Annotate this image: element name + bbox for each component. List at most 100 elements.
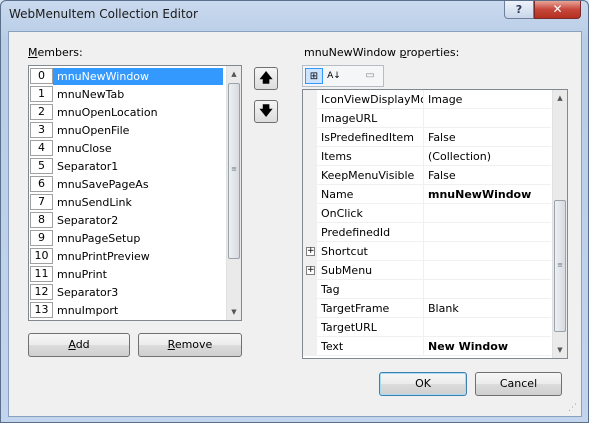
property-value[interactable] bbox=[428, 204, 550, 223]
scroll-down-arrow-icon[interactable]: ▼ bbox=[227, 304, 241, 320]
expand-plus-icon[interactable]: + bbox=[306, 247, 315, 256]
property-row[interactable]: Items (Collection) bbox=[303, 147, 551, 166]
property-row-gutter bbox=[303, 109, 317, 128]
property-row-gutter bbox=[303, 90, 317, 109]
list-item-index: 7 bbox=[30, 194, 53, 210]
property-row[interactable]: Text New Window bbox=[303, 337, 551, 356]
list-item[interactable]: 4 mnuClose bbox=[29, 139, 226, 157]
list-item[interactable]: 7 mnuSendLink bbox=[29, 193, 226, 211]
property-name: OnClick bbox=[321, 204, 424, 223]
property-row[interactable]: KeepMenuVisible False bbox=[303, 166, 551, 185]
list-item-name: mnuNewWindow bbox=[53, 67, 223, 85]
help-button[interactable]: ? bbox=[504, 1, 534, 19]
resize-grip-icon[interactable]: ⋰ bbox=[568, 403, 579, 414]
list-item-index: 12 bbox=[30, 284, 53, 300]
property-row[interactable]: + Shortcut bbox=[303, 242, 551, 261]
scroll-up-arrow-icon[interactable]: ▲ bbox=[553, 90, 567, 106]
property-row[interactable]: Name mnuNewWindow bbox=[303, 185, 551, 204]
list-item[interactable]: 10 mnuPrintPreview bbox=[29, 247, 226, 265]
title-bar[interactable]: WebMenuItem Collection Editor ? ✕ bbox=[1, 1, 588, 31]
property-row-gutter bbox=[303, 204, 317, 223]
property-value[interactable]: (Collection) bbox=[428, 147, 550, 166]
list-item[interactable]: 8 Separator2 bbox=[29, 211, 226, 229]
property-row[interactable]: ImageURL bbox=[303, 109, 551, 128]
list-item[interactable]: 11 mnuPrint bbox=[29, 265, 226, 283]
property-row[interactable]: Tag bbox=[303, 280, 551, 299]
list-item-name: Separator1 bbox=[57, 159, 119, 173]
scroll-thumb[interactable]: ≡ bbox=[554, 200, 566, 332]
move-down-button[interactable]: 🡇 bbox=[254, 100, 278, 123]
dialog-body: Members: ▲ ≡ ▼ 0 mnuNewWindow 1 mnuNewTab 2 m… bbox=[8, 31, 582, 417]
list-item[interactable]: 0 mnuNewWindow bbox=[29, 67, 226, 85]
list-item[interactable]: 3 mnuOpenFile bbox=[29, 121, 226, 139]
list-item-name: mnuSendLink bbox=[57, 195, 132, 209]
property-row[interactable]: PredefinedId bbox=[303, 223, 551, 242]
remove-button[interactable]: Remove bbox=[138, 333, 242, 357]
property-value[interactable] bbox=[428, 318, 550, 337]
categorized-icon[interactable]: ⊞ bbox=[305, 68, 323, 84]
property-grid-scrollbar[interactable]: ▲ ≡ ▼ bbox=[552, 90, 567, 358]
list-item-name: mnuImport bbox=[57, 303, 119, 317]
scroll-thumb[interactable]: ≡ bbox=[228, 83, 240, 259]
property-value[interactable] bbox=[428, 223, 550, 242]
ok-button[interactable]: OK bbox=[379, 372, 467, 396]
property-row-gutter: + bbox=[303, 261, 317, 280]
property-name: SubMenu bbox=[321, 261, 424, 280]
property-row[interactable]: TargetFrame Blank bbox=[303, 299, 551, 318]
scroll-down-arrow-icon[interactable]: ▼ bbox=[553, 342, 567, 358]
list-item[interactable]: 1 mnuNewTab bbox=[29, 85, 226, 103]
property-row-gutter bbox=[303, 337, 317, 356]
property-value[interactable]: mnuNewWindow bbox=[428, 185, 550, 204]
property-row[interactable]: TargetURL bbox=[303, 318, 551, 337]
property-grid[interactable]: ▲ ≡ ▼ IconViewDisplayMc Image ImageURL IsPr… bbox=[302, 89, 568, 359]
list-item[interactable]: 6 mnuSavePageAs bbox=[29, 175, 226, 193]
property-row-gutter bbox=[303, 128, 317, 147]
list-item-name: Separator2 bbox=[57, 213, 119, 227]
expand-plus-icon[interactable]: + bbox=[306, 266, 315, 275]
property-value[interactable] bbox=[428, 261, 550, 280]
scroll-up-arrow-icon[interactable]: ▲ bbox=[227, 66, 241, 82]
property-name: ImageURL bbox=[321, 109, 424, 128]
cancel-button[interactable]: Cancel bbox=[475, 372, 562, 396]
list-item-index: 8 bbox=[30, 212, 53, 228]
list-item-index: 1 bbox=[30, 86, 53, 102]
list-item-index: 6 bbox=[30, 176, 53, 192]
list-item-index: 0 bbox=[30, 68, 53, 84]
property-value[interactable] bbox=[428, 242, 550, 261]
property-value[interactable]: Blank bbox=[428, 299, 550, 318]
list-item-name: mnuPageSetup bbox=[57, 231, 141, 245]
list-item-name: mnuSavePageAs bbox=[57, 177, 149, 191]
add-button[interactable]: Add bbox=[28, 333, 130, 357]
list-item[interactable]: 13 mnuImport bbox=[29, 301, 226, 319]
list-item-name: mnuNewTab bbox=[57, 87, 125, 101]
property-row-gutter bbox=[303, 223, 317, 242]
property-value[interactable]: False bbox=[428, 128, 550, 147]
list-item-index: 10 bbox=[30, 248, 53, 264]
move-up-button[interactable]: 🡅 bbox=[254, 67, 278, 90]
list-item[interactable]: 9 mnuPageSetup bbox=[29, 229, 226, 247]
property-value[interactable]: False bbox=[428, 166, 550, 185]
list-item[interactable]: 2 mnuOpenLocation bbox=[29, 103, 226, 121]
property-value[interactable] bbox=[428, 109, 550, 128]
property-value[interactable]: Image bbox=[428, 90, 550, 109]
property-name: Text bbox=[321, 337, 424, 356]
property-value[interactable]: New Window bbox=[428, 337, 550, 356]
members-scrollbar[interactable]: ▲ ≡ ▼ bbox=[226, 66, 241, 320]
property-row[interactable]: OnClick bbox=[303, 204, 551, 223]
list-item[interactable]: 12 Separator3 bbox=[29, 283, 226, 301]
list-item[interactable]: 5 Separator1 bbox=[29, 157, 226, 175]
property-name: Items bbox=[321, 147, 424, 166]
property-name: IconViewDisplayMc bbox=[321, 90, 424, 109]
members-list[interactable]: ▲ ≡ ▼ 0 mnuNewWindow 1 mnuNewTab 2 mnuOpenLoc… bbox=[28, 65, 242, 321]
alphabetical-icon[interactable]: A↓ bbox=[325, 68, 343, 84]
list-item-name: mnuPrint bbox=[57, 267, 107, 281]
property-row[interactable]: IsPredefinedItem False bbox=[303, 128, 551, 147]
property-row[interactable]: + SubMenu bbox=[303, 261, 551, 280]
property-value[interactable] bbox=[428, 280, 550, 299]
property-name: Name bbox=[321, 185, 424, 204]
property-pages-icon[interactable]: ▭ bbox=[361, 68, 379, 84]
list-item-index: 5 bbox=[30, 158, 53, 174]
property-name: TargetFrame bbox=[321, 299, 424, 318]
property-row[interactable]: IconViewDisplayMc Image bbox=[303, 90, 551, 109]
close-button[interactable]: ✕ bbox=[534, 1, 581, 19]
